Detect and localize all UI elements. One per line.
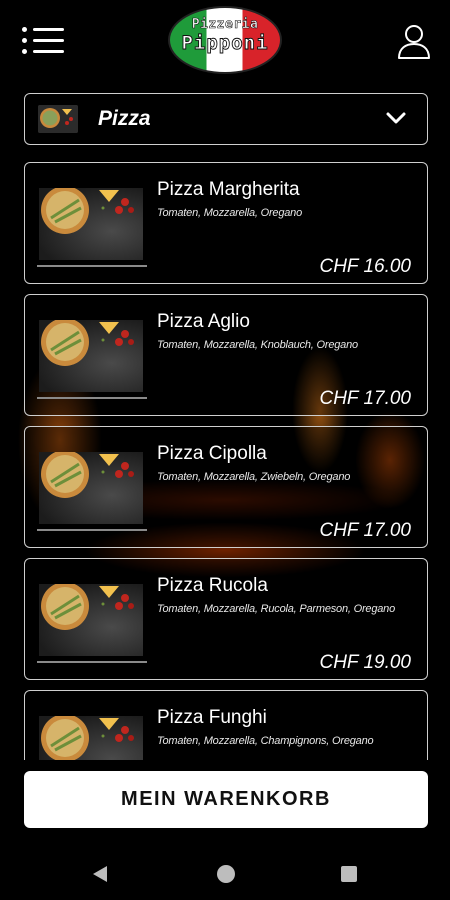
product-description: Tomaten, Mozzarella, Champignons, Oregan… xyxy=(157,735,374,747)
pizza-image xyxy=(39,320,143,392)
system-nav-bar xyxy=(0,845,450,900)
back-triangle-icon[interactable] xyxy=(91,865,109,883)
recent-apps-square-icon[interactable] xyxy=(341,866,357,882)
image-divider xyxy=(37,265,147,267)
pizza-image xyxy=(39,584,143,656)
pizzeria-logo: Pizzeria Pipponi xyxy=(168,6,282,74)
product-card[interactable]: Pizza Cipolla Tomaten, Mozzarella, Zwieb… xyxy=(24,426,428,548)
chevron-down-icon[interactable] xyxy=(385,110,407,126)
logo-line1: Pizzeria xyxy=(191,17,259,33)
home-circle-icon[interactable] xyxy=(217,865,235,883)
product-card[interactable]: Pizza Funghi Tomaten, Mozzarella, Champi… xyxy=(24,690,428,760)
product-card[interactable]: Pizza Rucola Tomaten, Mozzarella, Rucola… xyxy=(24,558,428,680)
product-description: Tomaten, Mozzarella, Rucola, Parmeson, O… xyxy=(157,603,396,615)
product-name: Pizza Rucola xyxy=(157,575,268,596)
app-header: Pizzeria Pipponi xyxy=(0,0,450,88)
product-description: Tomaten, Mozzarella, Zwiebeln, Oregano xyxy=(157,471,351,483)
user-profile-icon[interactable] xyxy=(394,22,434,62)
cart-button[interactable]: MEIN WARENKORB xyxy=(24,771,428,828)
product-description: Tomaten, Mozzarella, Knoblauch, Oregano xyxy=(157,339,358,351)
product-description: Tomaten, Mozzarella, Oregano xyxy=(157,207,303,219)
product-price: CHF 16.00 xyxy=(319,256,411,277)
image-divider xyxy=(37,529,147,531)
product-price: CHF 19.00 xyxy=(319,652,411,673)
product-list[interactable]: Pizza Margherita Tomaten, Mozzarella, Or… xyxy=(0,160,450,760)
product-name: Pizza Margherita xyxy=(157,179,300,200)
product-card[interactable]: Pizza Margherita Tomaten, Mozzarella, Or… xyxy=(24,162,428,284)
category-thumbnail xyxy=(38,105,78,133)
pizza-image xyxy=(39,452,143,524)
image-divider xyxy=(37,661,147,663)
product-price: CHF 17.00 xyxy=(319,520,411,541)
category-label: Pizza xyxy=(98,107,151,130)
hamburger-menu-icon[interactable] xyxy=(22,26,64,56)
product-price: CHF 17.00 xyxy=(319,388,411,409)
product-name: Pizza Aglio xyxy=(157,311,250,332)
logo-line2: Pipponi xyxy=(181,32,269,55)
product-name: Pizza Cipolla xyxy=(157,443,267,464)
category-dropdown[interactable]: Pizza xyxy=(24,93,428,145)
pizza-image xyxy=(39,716,143,760)
product-card[interactable]: Pizza Aglio Tomaten, Mozzarella, Knoblau… xyxy=(24,294,428,416)
pizza-image xyxy=(39,188,143,260)
image-divider xyxy=(37,397,147,399)
product-name: Pizza Funghi xyxy=(157,707,267,728)
